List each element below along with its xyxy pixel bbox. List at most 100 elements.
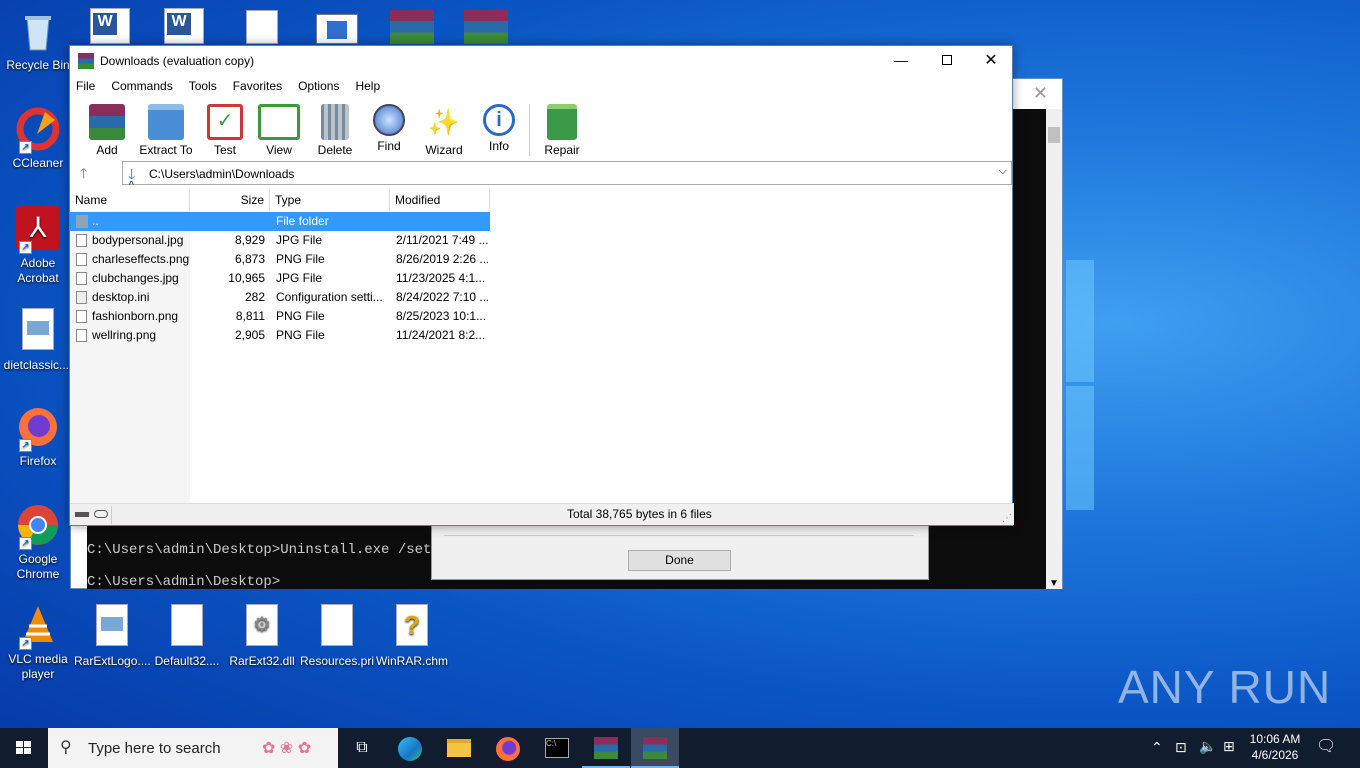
toolbar-repair-button[interactable]: Repair bbox=[534, 96, 590, 157]
toolbar-wizard-button[interactable]: ✨ Wizard bbox=[416, 96, 472, 157]
menu-tools[interactable]: Tools bbox=[189, 79, 217, 93]
file-row[interactable]: clubchanges.jpg 10,965 JPG File 11/23/20… bbox=[70, 269, 490, 288]
console-line: C:\Users\admin\Desktop>Uninstall.exe /se… bbox=[87, 542, 449, 558]
desktop-icon-winrar-chm[interactable]: ? WinRAR.chm bbox=[374, 602, 450, 669]
desktop-icon-word-doc[interactable]: W bbox=[164, 8, 204, 44]
setup-dialog[interactable]: Done bbox=[431, 524, 929, 580]
up-folder-button[interactable]: 🡑 bbox=[80, 163, 87, 187]
desktop-icon-word-doc[interactable]: W bbox=[90, 8, 130, 44]
desktop-icon-rarext32[interactable]: ⚙ RarExt32.dll bbox=[224, 602, 300, 669]
path-text: C:\Users\admin\Downloads bbox=[149, 167, 295, 181]
console-scrollbar[interactable]: ▼ bbox=[1046, 109, 1062, 589]
desktop-icon-window-file[interactable] bbox=[316, 14, 358, 44]
repair-kit-icon bbox=[547, 104, 577, 140]
toolbar-delete-button[interactable]: Delete bbox=[307, 96, 363, 157]
clock[interactable]: 10:06 AM 4/6/2026 bbox=[1248, 731, 1302, 763]
close-icon[interactable]: ✕ bbox=[1033, 83, 1048, 104]
minimize-button[interactable]: — bbox=[878, 46, 924, 76]
desktop-icon-rarextlogo[interactable]: RarExtLogo.... bbox=[74, 602, 151, 669]
taskbar: ⚲ Type here to search ✿ ❀ ✿ ⧉ C:\ ⌃ ⊡ 🔈 … bbox=[0, 728, 1360, 768]
info-icon: i bbox=[483, 104, 515, 136]
desktop-icon-dietclassic[interactable]: dietclassic.... bbox=[0, 306, 76, 373]
file-row[interactable]: charleseffects.png 6,873 PNG File 8/26/2… bbox=[70, 250, 490, 269]
start-button[interactable] bbox=[0, 728, 48, 768]
status-text: Total 38,765 bytes in 6 files bbox=[567, 507, 712, 521]
desktop-icon-label: Default32.... bbox=[154, 654, 220, 668]
file-explorer-taskbar-icon[interactable] bbox=[435, 728, 483, 768]
chevron-down-icon[interactable]: ⌵ bbox=[999, 165, 1007, 178]
close-button[interactable]: ✕ bbox=[968, 46, 1014, 76]
menu-file[interactable]: File bbox=[76, 79, 95, 93]
desktop-icon-winrar-archive[interactable] bbox=[464, 10, 508, 44]
toolbar-label: Wizard bbox=[425, 143, 463, 157]
recycle-bin-icon bbox=[15, 8, 61, 54]
file-row[interactable]: wellring.png 2,905 PNG File 11/24/2021 8… bbox=[70, 326, 490, 345]
column-size[interactable]: Size bbox=[190, 189, 270, 211]
key-icon bbox=[94, 510, 108, 518]
desktop-icon-firefox[interactable]: ↗ Firefox bbox=[0, 404, 76, 469]
firefox-taskbar-icon[interactable] bbox=[484, 728, 532, 768]
desktop-icon-label: WinRAR.chm bbox=[375, 654, 448, 668]
ime-icon[interactable]: ⊞ bbox=[1223, 738, 1235, 755]
menu-commands[interactable]: Commands bbox=[111, 79, 172, 93]
status-bar: Total 38,765 bytes in 6 files ⋰ bbox=[70, 503, 1014, 525]
toolbar-info-button[interactable]: i Info bbox=[471, 96, 527, 153]
desktop-icon-resources[interactable]: Resources.pri bbox=[299, 602, 375, 669]
resize-grip-icon[interactable]: ⋰ bbox=[1002, 508, 1012, 529]
search-placeholder: Type here to search bbox=[88, 740, 221, 757]
sort-asc-icon: ^ bbox=[129, 180, 134, 191]
toolbar-test-button[interactable]: ✓ Test bbox=[197, 96, 253, 157]
done-button[interactable]: Done bbox=[628, 550, 731, 571]
toolbar-extract-button[interactable]: Extract To bbox=[138, 96, 194, 157]
menu-bar: File Commands Tools Favorites Options He… bbox=[70, 76, 1012, 96]
file-row-parent[interactable]: .. File folder bbox=[70, 212, 490, 231]
desktop-icon-recycle-bin[interactable]: Recycle Bin bbox=[0, 8, 76, 73]
desktop-icon-vlc[interactable]: ↗ VLC media player bbox=[0, 602, 76, 682]
desktop-icon-ccleaner[interactable]: ↗ CCleaner bbox=[0, 106, 76, 171]
file-row[interactable]: desktop.ini 282 Configuration setti... 8… bbox=[70, 288, 490, 307]
title-bar[interactable]: Downloads (evaluation copy) — ✕ bbox=[70, 46, 1012, 76]
test-checklist-icon: ✓ bbox=[207, 104, 243, 140]
winrar-window[interactable]: Downloads (evaluation copy) — ✕ File Com… bbox=[69, 45, 1014, 526]
search-box[interactable]: ⚲ Type here to search ✿ ❀ ✿ bbox=[48, 728, 338, 768]
scroll-down-icon[interactable]: ▼ bbox=[1049, 578, 1059, 589]
desktop-icon-acrobat[interactable]: ⅄ ↗ Adobe Acrobat bbox=[0, 206, 76, 286]
maximize-button[interactable] bbox=[924, 46, 970, 76]
winrar-taskbar-icon[interactable] bbox=[582, 728, 630, 768]
file-row[interactable]: fashionborn.png 8,811 PNG File 8/25/2023… bbox=[70, 307, 490, 326]
toolbar-view-button[interactable]: View bbox=[251, 96, 307, 157]
desktop-icon-label: Recycle Bin bbox=[6, 58, 70, 72]
folder-icon bbox=[76, 215, 88, 228]
network-icon[interactable]: ⊡ bbox=[1175, 739, 1187, 756]
notification-icon[interactable]: 🗨 bbox=[1316, 736, 1336, 756]
menu-options[interactable]: Options bbox=[298, 79, 339, 93]
toolbar-add-button[interactable]: Add bbox=[79, 96, 135, 157]
desktop-icon-file[interactable] bbox=[246, 10, 278, 44]
winrar-taskbar-icon-active[interactable] bbox=[631, 728, 679, 768]
volume-icon[interactable]: 🔈 bbox=[1199, 738, 1216, 755]
edge-taskbar-icon[interactable] bbox=[386, 728, 434, 768]
file-row[interactable]: bodypersonal.jpg 8,929 JPG File 2/11/202… bbox=[70, 231, 490, 250]
task-view-button[interactable]: ⧉ bbox=[338, 728, 386, 768]
menu-favorites[interactable]: Favorites bbox=[233, 79, 282, 93]
firefox-icon: ↗ bbox=[15, 404, 61, 452]
desktop-icon-label: Firefox bbox=[19, 454, 57, 468]
drive-icon bbox=[75, 512, 89, 517]
cmd-taskbar-icon[interactable]: C:\ bbox=[533, 728, 581, 768]
windows-wallpaper-logo bbox=[1066, 386, 1094, 510]
status-divider bbox=[111, 506, 112, 524]
desktop-icon-winrar-archive[interactable] bbox=[390, 10, 434, 44]
help-file-icon: ? bbox=[389, 604, 435, 650]
desktop-icon-default32[interactable]: Default32.... bbox=[149, 602, 225, 669]
chevron-up-icon[interactable]: ⌃ bbox=[1151, 739, 1163, 756]
desktop-icon-chrome[interactable]: ↗ Google Chrome bbox=[0, 502, 76, 582]
image-file-icon bbox=[76, 310, 87, 323]
view-book-icon bbox=[258, 104, 300, 140]
column-type[interactable]: Type bbox=[270, 189, 390, 211]
toolbar-find-button[interactable]: Find bbox=[361, 96, 417, 153]
menu-help[interactable]: Help bbox=[355, 79, 380, 93]
column-modified[interactable]: Modified bbox=[390, 189, 490, 211]
column-name[interactable]: Name bbox=[70, 189, 190, 211]
desktop-icon-label: dietclassic.... bbox=[3, 358, 73, 372]
path-combobox[interactable]: 🡓 C:\Users\admin\Downloads ⌵ bbox=[122, 161, 1012, 185]
